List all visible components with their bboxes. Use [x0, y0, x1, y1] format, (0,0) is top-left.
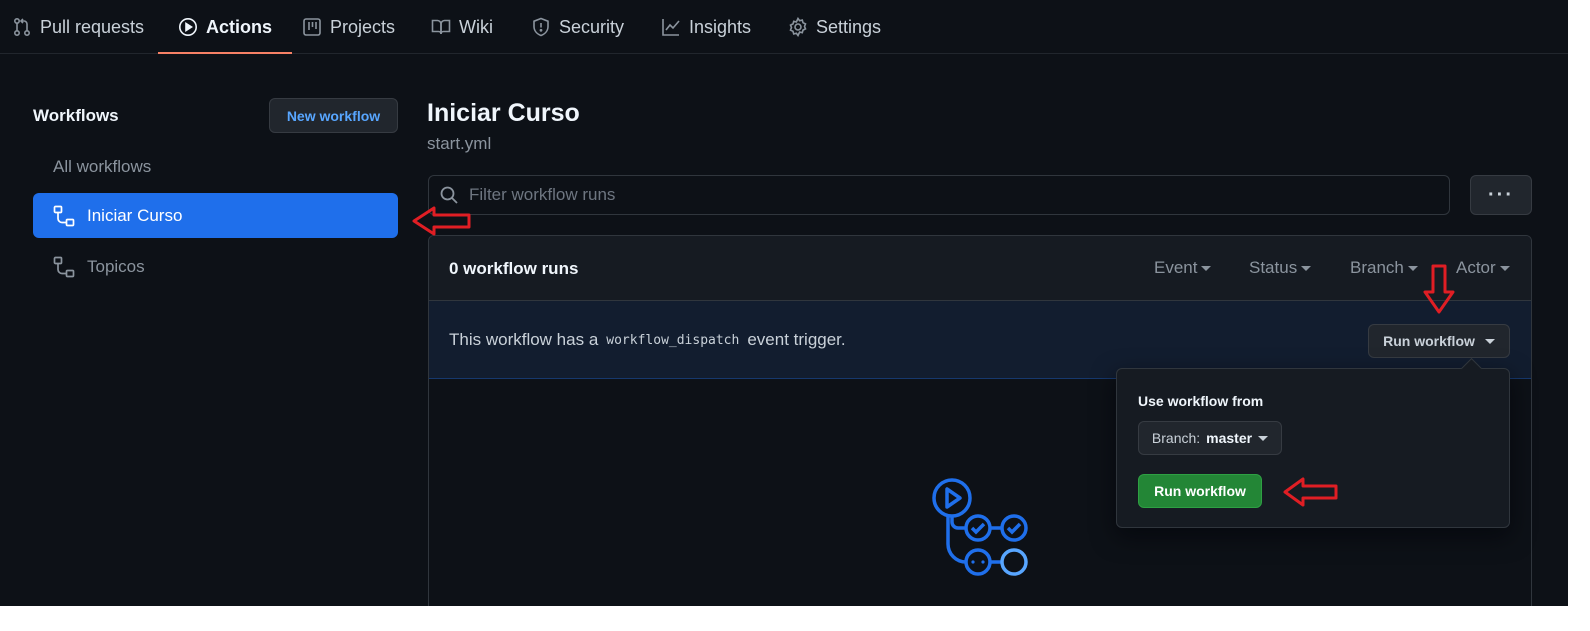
- new-workflow-button[interactable]: New workflow: [269, 98, 398, 133]
- workflow-icon: [53, 256, 75, 277]
- annotation-arrow-left-icon: [412, 206, 471, 236]
- actions-empty-state-icon: [932, 478, 1028, 576]
- sidebar-item-label: Topicos: [87, 256, 145, 276]
- book-icon: [431, 19, 451, 35]
- runs-count: 0 workflow runs: [449, 259, 579, 278]
- event-filter-dropdown[interactable]: Event: [1154, 258, 1212, 278]
- tab-actions[interactable]: Actions: [157, 0, 293, 54]
- branch-prefix: Branch:: [1151, 430, 1201, 446]
- annotation-arrow-left-icon: [1283, 477, 1338, 507]
- runs-header: 0 workflow runs Event Status Branch Acto…: [429, 236, 1531, 301]
- tab-pull-requests[interactable]: Pull requests: [12, 0, 144, 54]
- popover-title: Use workflow from: [1138, 393, 1264, 409]
- run-workflow-button[interactable]: Run workflow: [1138, 474, 1262, 508]
- workflow-file-name: start.yml: [427, 134, 492, 153]
- tab-label: Projects: [330, 16, 396, 37]
- sidebar-title: Workflows: [33, 106, 119, 125]
- caret-down-icon: [1484, 338, 1495, 344]
- workflow-icon: [53, 205, 75, 226]
- caret-down-icon: [1301, 265, 1312, 271]
- tab-wiki[interactable]: Wiki: [431, 0, 493, 54]
- search-icon: [440, 186, 458, 204]
- tab-label: Settings: [816, 16, 882, 37]
- filter-workflow-runs[interactable]: [428, 175, 1450, 215]
- gear-icon: [789, 17, 807, 37]
- play-icon: [179, 18, 197, 36]
- repo-nav: Pull requests Actions Projects Wiki Secu…: [0, 0, 1568, 54]
- caret-down-icon: [1258, 435, 1269, 441]
- search-input[interactable]: [469, 185, 1449, 205]
- project-icon: [303, 18, 321, 36]
- tab-label: Wiki: [459, 16, 493, 37]
- filter-label: Event: [1154, 258, 1198, 277]
- shield-icon: [533, 17, 549, 37]
- sidebar-item-all-workflows[interactable]: All workflows: [33, 144, 398, 189]
- sidebar-item-topicos[interactable]: Topicos: [33, 244, 398, 289]
- branch-select-button[interactable]: Branch: master: [1138, 421, 1282, 455]
- tab-label: Insights: [689, 16, 752, 37]
- branch-value: master: [1206, 430, 1253, 446]
- tab-label: Pull requests: [40, 16, 145, 37]
- pull-request-icon: [13, 17, 31, 37]
- graph-icon: [662, 19, 680, 36]
- sidebar-item-label: All workflows: [53, 156, 152, 176]
- caret-down-icon: [1201, 265, 1212, 271]
- caret-down-icon: [1499, 265, 1510, 271]
- dispatch-code: workflow_dispatch: [606, 332, 740, 348]
- status-filter-dropdown[interactable]: Status: [1249, 258, 1312, 278]
- annotation-arrow-down-icon: [1423, 264, 1455, 314]
- sidebar-item-iniciar-curso[interactable]: Iniciar Curso: [33, 193, 398, 238]
- filter-label: Status: [1249, 258, 1298, 277]
- dispatch-prefix: This workflow has a: [449, 330, 599, 349]
- more-options-button[interactable]: ···: [1470, 175, 1532, 215]
- caret-down-icon: [1407, 265, 1418, 271]
- run-workflow-dropdown-button[interactable]: Run workflow: [1368, 324, 1510, 358]
- tab-label: Security: [559, 16, 625, 37]
- branch-filter-dropdown[interactable]: Branch: [1350, 258, 1418, 278]
- tab-projects[interactable]: Projects: [302, 0, 395, 54]
- tab-insights[interactable]: Insights: [661, 0, 751, 54]
- tab-settings[interactable]: Settings: [788, 0, 881, 54]
- actor-filter-dropdown[interactable]: Actor: [1456, 258, 1510, 278]
- tab-label: Actions: [206, 16, 273, 37]
- tab-security[interactable]: Security: [531, 0, 624, 54]
- filter-label: Actor: [1456, 258, 1496, 277]
- dispatch-suffix: event trigger.: [747, 330, 846, 349]
- app-window: Pull requests Actions Projects Wiki Secu…: [0, 0, 1568, 606]
- run-workflow-label: Run workflow: [1383, 333, 1475, 349]
- dispatch-text: This workflow has a workflow_dispatch ev…: [449, 330, 846, 350]
- page-title: Iniciar Curso: [427, 99, 580, 127]
- filter-label: Branch: [1350, 258, 1404, 277]
- sidebar-item-label: Iniciar Curso: [87, 205, 183, 225]
